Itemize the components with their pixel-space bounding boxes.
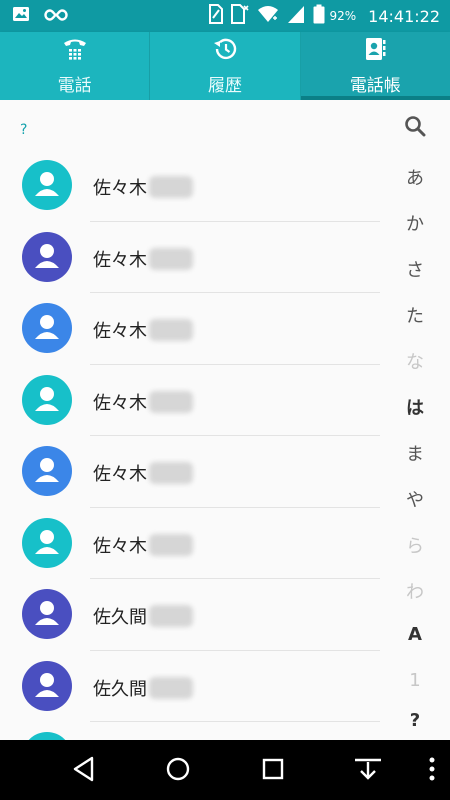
tab-history-label: 履歴	[207, 75, 242, 96]
contacts-list-area: ? 佐々木 佐々木 佐々木 佐々木 佐々木 佐々木 佐久間 佐久間 あ か さ …	[0, 100, 450, 782]
list-item[interactable]: 佐々木	[0, 436, 390, 508]
infinity-icon	[44, 7, 68, 26]
person-icon	[35, 172, 59, 196]
contacts-book-icon	[363, 37, 387, 65]
status-bar: 92% 14:41:22	[0, 0, 450, 32]
contact-list: 佐々木 佐々木 佐々木 佐々木 佐々木 佐々木 佐久間 佐久間	[0, 150, 390, 794]
signal-icon	[287, 4, 305, 28]
index-letter[interactable]: な	[392, 348, 438, 374]
list-item[interactable]: 佐々木	[0, 508, 390, 579]
tab-history[interactable]: 履歴	[150, 32, 301, 100]
search-icon[interactable]	[392, 114, 438, 143]
avatar	[22, 374, 72, 425]
image-icon	[12, 6, 30, 26]
clock: 14:41:22	[368, 6, 440, 26]
index-letter[interactable]: A	[392, 624, 438, 645]
index-letter[interactable]: わ	[392, 578, 438, 604]
list-item[interactable]: 佐々木	[0, 293, 390, 365]
index-letter[interactable]: ま	[392, 440, 438, 466]
contact-name: 佐々木	[93, 317, 193, 343]
recents-icon[interactable]	[259, 754, 287, 788]
list-item[interactable]: 佐々木	[0, 150, 390, 222]
index-bar: あ か さ た な は ま や ら わ A 1 ?	[392, 106, 438, 740]
index-letter[interactable]: 1	[392, 670, 438, 691]
contact-name: 佐々木	[93, 389, 193, 415]
blurred-text	[149, 676, 193, 699]
avatar	[22, 660, 72, 711]
blurred-text	[149, 319, 193, 341]
person-icon	[35, 315, 59, 339]
sim-icon	[209, 4, 224, 28]
menu-icon[interactable]	[426, 754, 438, 788]
person-icon	[35, 601, 59, 625]
back-icon[interactable]	[70, 754, 98, 788]
contact-name: 佐々木	[93, 460, 193, 486]
section-header: ?	[20, 122, 28, 138]
phone-dialpad-icon	[62, 37, 88, 65]
battery-icon	[313, 4, 325, 28]
avatar	[22, 231, 72, 282]
blurred-text	[149, 462, 193, 484]
list-item[interactable]: 佐々木	[0, 222, 390, 293]
person-icon	[35, 386, 59, 411]
blurred-text	[149, 247, 193, 270]
blurred-text	[149, 533, 193, 556]
avatar	[22, 446, 72, 496]
tab-contacts-label: 電話帳	[349, 75, 401, 96]
index-letter[interactable]: や	[392, 486, 438, 512]
wifi-icon	[257, 4, 279, 28]
tab-phone[interactable]: 電話	[0, 32, 151, 100]
history-icon	[212, 37, 238, 65]
battery-percent: 92%	[329, 9, 357, 23]
blurred-text	[149, 176, 193, 198]
person-icon	[35, 243, 59, 268]
blurred-text	[149, 605, 193, 627]
list-item[interactable]: 佐々木	[0, 365, 390, 436]
contact-name: 佐久間	[93, 675, 193, 701]
contact-name: 佐々木	[93, 532, 193, 558]
tab-phone-label: 電話	[57, 75, 92, 96]
index-letter[interactable]: ら	[392, 532, 438, 558]
index-letter[interactable]: は	[392, 394, 438, 420]
index-letter[interactable]: あ	[392, 164, 438, 190]
avatar	[22, 589, 72, 639]
contact-name: 佐々木	[93, 174, 193, 200]
index-letter[interactable]: ?	[392, 710, 438, 731]
contact-name: 佐々木	[93, 246, 193, 272]
navigation-bar	[0, 740, 450, 800]
index-letter[interactable]: さ	[392, 256, 438, 282]
tab-contacts[interactable]: 電話帳	[300, 32, 450, 100]
tab-bar: 電話 履歴 電話帳	[0, 32, 450, 100]
list-item[interactable]: 佐久間	[0, 579, 390, 651]
index-letter[interactable]: た	[392, 302, 438, 328]
list-item[interactable]: 佐久間	[0, 651, 390, 722]
person-icon	[35, 458, 59, 482]
index-letter[interactable]: か	[392, 210, 438, 236]
avatar	[22, 517, 72, 568]
home-icon[interactable]	[164, 754, 192, 788]
blurred-text	[149, 390, 193, 413]
person-icon	[35, 672, 59, 697]
contact-name: 佐久間	[93, 603, 193, 629]
avatar	[22, 160, 72, 210]
notification-pull-icon[interactable]	[352, 754, 384, 788]
sim-cross-icon	[231, 4, 250, 28]
avatar	[22, 303, 72, 353]
person-icon	[35, 529, 59, 554]
